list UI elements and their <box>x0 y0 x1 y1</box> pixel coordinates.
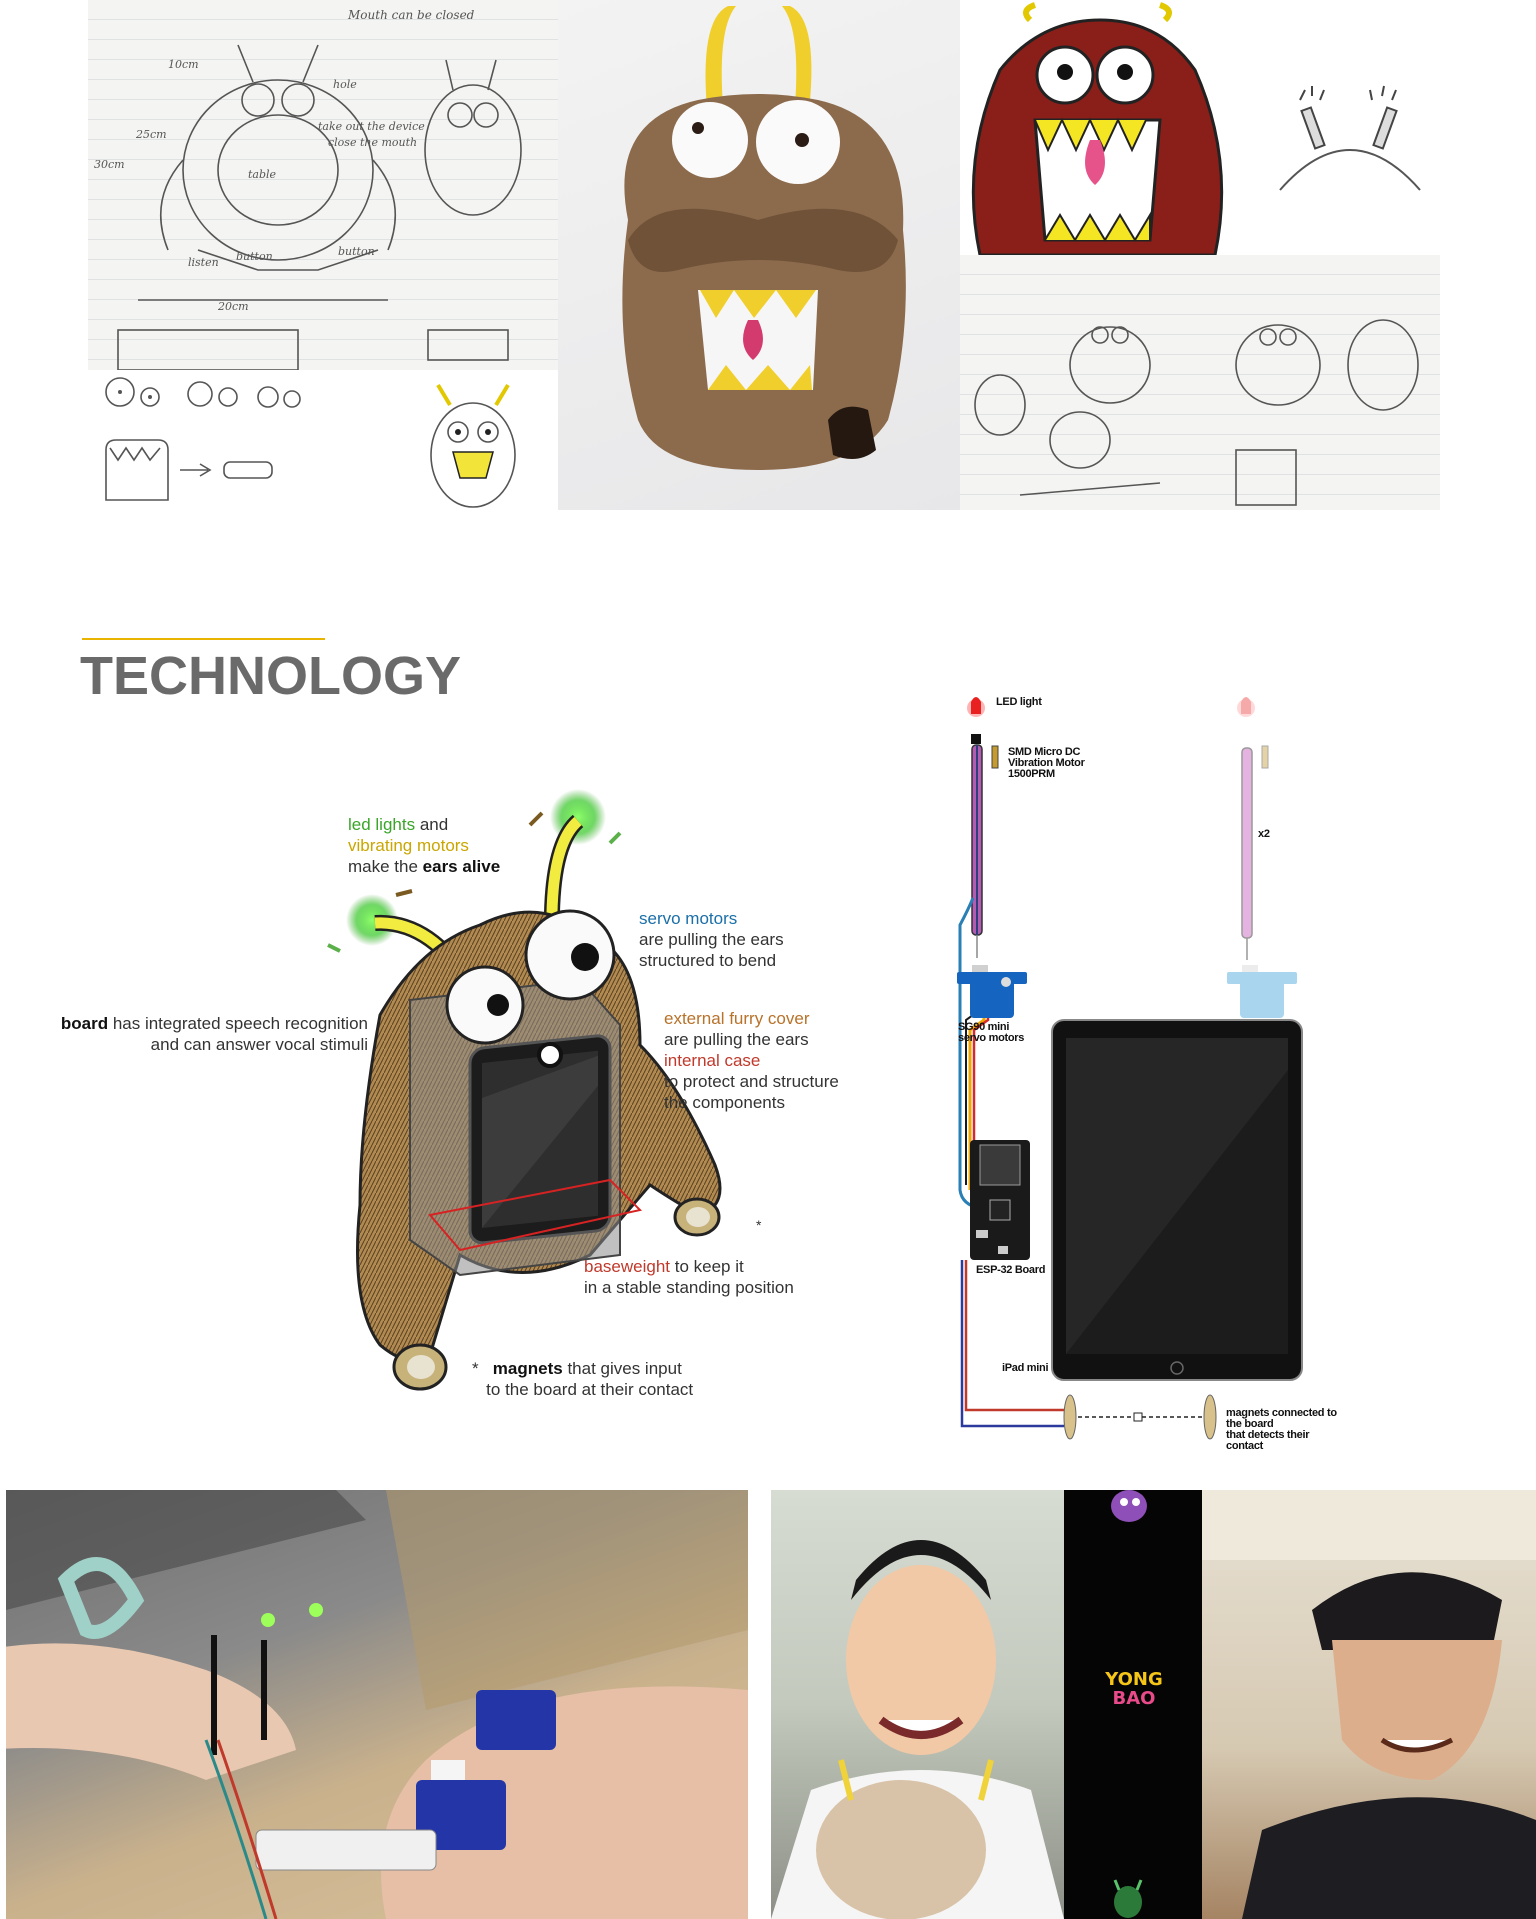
sketch-note: close the mouth <box>328 136 418 149</box>
board-line2: and can answer vocal stimuli <box>150 1035 368 1054</box>
cover-line4: to protect and structure <box>664 1072 839 1091</box>
x2-label: x2 <box>1258 828 1270 840</box>
internal-case-label: internal case <box>664 1051 761 1070</box>
cover-line5: the components <box>664 1093 785 1112</box>
base-annotation: baseweight to keep it in a stable standi… <box>584 1256 794 1298</box>
esp32-label: ESP-32 Board <box>976 1264 1046 1276</box>
sketch-note: 10cm <box>168 58 199 71</box>
magnets-diagram-line1: magnets connected to the board <box>1226 1407 1337 1430</box>
sketch-notebook-main: Mouth can be closed hole take out the de… <box>88 0 558 370</box>
ears-alive-label: ears alive <box>422 857 501 876</box>
ears-annotation: led lights and vibrating motors make the… <box>348 814 500 877</box>
servo-line3: structured to bend <box>639 951 777 970</box>
hands-servo-photo <box>6 1490 748 1919</box>
asterisk-marker: * <box>756 1217 762 1233</box>
sketch-note: 25cm <box>136 128 167 141</box>
sketch-note: button <box>236 250 273 263</box>
plush-monster-photo <box>558 0 960 510</box>
servo-motors-diagram-label: SG90 mini servo motors <box>958 1022 1024 1044</box>
sketch-notebook-right-1 <box>960 255 1208 510</box>
sketch-eyes-mouth <box>88 370 558 510</box>
servo-line2-diagram: servo motors <box>958 1032 1025 1044</box>
wiring-diagram: LED light SMD Micro DC Vibration Motor 1… <box>940 690 1340 1452</box>
magnets-star: * <box>472 1359 479 1378</box>
magnets-diagram-label: magnets connected to the board that dete… <box>1226 1408 1340 1452</box>
app-video-frame: YONG BAO <box>1064 1490 1202 1919</box>
sketch-note: hole <box>333 78 357 91</box>
title-rule <box>82 638 325 640</box>
app-logo-line1: YONG <box>1105 1669 1163 1690</box>
sketch-note: listen <box>188 256 219 269</box>
monster-drawing <box>960 0 1260 255</box>
servo-annotation: servo motors are pulling the ears struct… <box>639 908 784 971</box>
cover-line2: are pulling the ears <box>664 1030 809 1049</box>
sketch-note: Mouth can be closed <box>348 8 475 22</box>
board-rest: has integrated speech recognition <box>108 1014 368 1033</box>
sketch-note: button <box>338 245 375 258</box>
magnets-diagram-line2: that detects their contact <box>1226 1429 1310 1452</box>
sketch-note: 30cm <box>94 158 125 171</box>
led-lights-label: led lights <box>348 815 416 834</box>
cover-annotation: external furry cover are pulling the ear… <box>664 1008 839 1113</box>
base-rest: to keep it <box>670 1257 744 1276</box>
furry-cover-label: external furry cover <box>664 1009 810 1028</box>
led-light-label: LED light <box>996 696 1042 708</box>
magnets-label: magnets <box>492 1359 563 1378</box>
child-video-frame <box>771 1490 1064 1919</box>
app-logo: YONG BAO <box>1104 1670 1164 1708</box>
vibration-motor-label: SMD Micro DC Vibration Motor 1500PRM <box>1008 747 1085 780</box>
grandma-video-frame <box>1202 1490 1536 1919</box>
magnets-rest: that gives input <box>562 1359 682 1378</box>
sketch-notebook-right-2 <box>1208 255 1440 510</box>
and-label: and <box>415 815 449 834</box>
page-title: TECHNOLOGY <box>80 646 462 706</box>
magnets-annotation: * magnets that gives input to the board … <box>472 1358 693 1400</box>
app-logo-line2: BAO <box>1112 1688 1156 1709</box>
servo-motors-label: servo motors <box>639 909 738 928</box>
vibrating-motors-label: vibrating motors <box>348 836 469 855</box>
board-label: board <box>60 1014 109 1033</box>
servo-line2: are pulling the ears <box>639 930 784 949</box>
ears-line3a: make the <box>348 857 423 876</box>
sketch-note: 20cm <box>218 300 249 313</box>
board-annotation: board has integrated speech recognition … <box>48 1013 368 1055</box>
base-line2: in a stable standing position <box>584 1278 794 1297</box>
sketch-note: table <box>248 168 277 181</box>
vibration-line3: 1500PRM <box>1008 768 1055 780</box>
sketch-note: take out the device <box>318 120 425 133</box>
magnets-line2: to the board at their contact <box>486 1380 694 1399</box>
ears-sketch <box>1260 0 1440 255</box>
baseweight-label: baseweight <box>584 1257 671 1276</box>
ipad-mini-label: iPad mini <box>1002 1362 1049 1374</box>
